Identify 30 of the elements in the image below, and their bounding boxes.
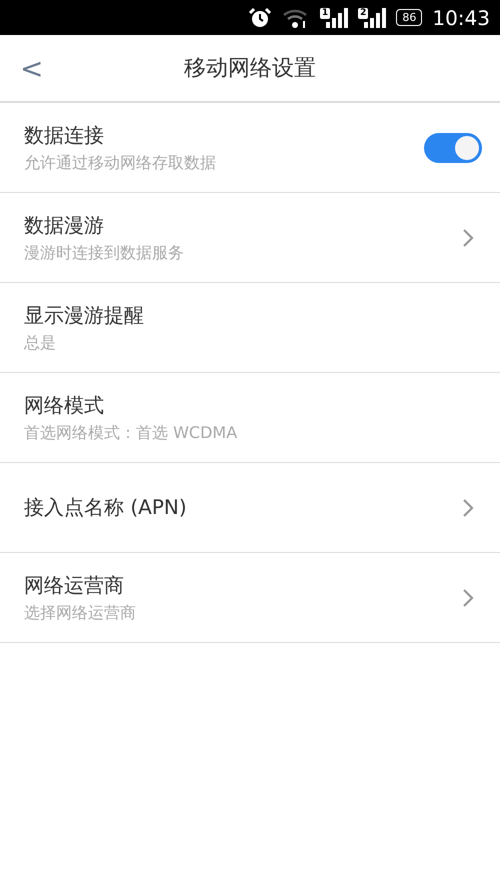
settings-item[interactable]: 网络运营商 选择网络运营商 [0, 553, 500, 643]
chevron-right-icon [462, 588, 474, 608]
chevron-right-icon [462, 228, 474, 248]
sim-number: 2 [358, 8, 368, 18]
item-subtitle: 允许通过移动网络存取数据 [24, 152, 217, 174]
item-title: 网络运营商 [24, 572, 125, 598]
item-title: 显示漫游提醒 [24, 302, 145, 328]
item-subtitle: 选择网络运营商 [24, 602, 137, 624]
alarm-clock-icon [248, 6, 272, 28]
item-subtitle: 总是 [24, 332, 57, 354]
settings-item[interactable]: 显示漫游提醒 总是 [0, 283, 500, 373]
item-subtitle: 漫游时连接到数据服务 [24, 242, 185, 264]
item-title: 数据漫游 [24, 212, 105, 238]
settings-item[interactable]: 接入点名称 (APN) [0, 463, 500, 553]
signal-icon [326, 8, 348, 28]
sim-number: 1 [320, 8, 330, 18]
item-title: 数据连接 [24, 122, 105, 148]
item-title: 接入点名称 (APN) [24, 494, 188, 521]
settings-item[interactable]: 数据连接 允许通过移动网络存取数据 [0, 103, 500, 193]
settings-item[interactable]: 数据漫游 漫游时连接到数据服务 [0, 193, 500, 283]
settings-item[interactable]: 网络模式 首选网络模式：首选 WCDMA [0, 373, 500, 463]
back-button[interactable]: < [16, 52, 48, 84]
chevron-right-icon [462, 498, 474, 518]
item-title: 网络模式 [24, 392, 105, 418]
item-subtitle: 首选网络模式：首选 WCDMA [24, 422, 238, 444]
toggle-switch[interactable] [424, 132, 482, 162]
signal-icon [364, 8, 386, 28]
page-title: 移动网络设置 [184, 55, 316, 83]
battery-indicator: 86 [396, 9, 422, 26]
clock-time: 10:43 [432, 6, 490, 30]
